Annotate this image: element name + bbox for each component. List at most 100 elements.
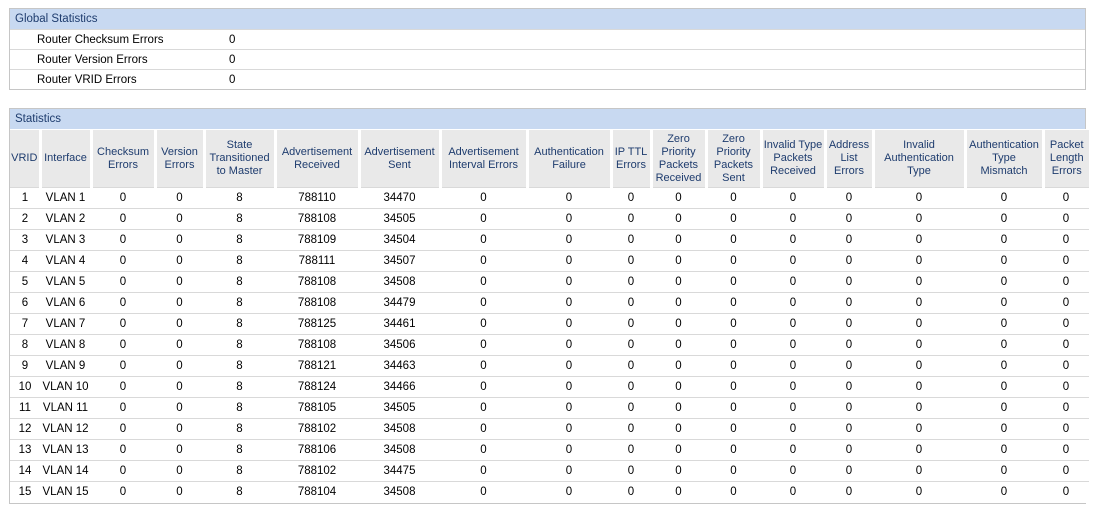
statistics-table: VRID Interface Checksum Errors Version Erro… — [10, 129, 1089, 503]
table-cell: 0 — [873, 250, 965, 272]
table-cell: 0 — [1043, 208, 1089, 230]
table-cell: VLAN 5 — [40, 271, 91, 293]
table-cell: 0 — [706, 187, 761, 209]
table-cell: 0 — [706, 418, 761, 440]
table-cell: 8 — [204, 418, 275, 440]
table-cell: 0 — [706, 229, 761, 251]
table-cell: 0 — [825, 271, 873, 293]
stats-col-header: Advertisement Received — [273, 129, 359, 188]
table-cell: 34505 — [359, 397, 440, 419]
table-row: 3 VLAN 3 0 0 8 788109 34504 0 0 0 0 0 0 0 0 0 0 — [10, 229, 1089, 251]
table-cell: 11 — [10, 397, 40, 419]
table-cell: 0 — [611, 481, 651, 503]
global-stat-label: Router Version Errors — [37, 53, 148, 66]
table-cell: 0 — [965, 292, 1043, 314]
stats-col-header: Interface — [38, 129, 91, 188]
table-cell: 0 — [527, 208, 611, 230]
table-cell: 0 — [440, 250, 527, 272]
global-stat-row: Router Checksum Errors 0 — [10, 29, 1085, 49]
stats-col-header: Advertisement Interval Errors — [438, 129, 527, 188]
table-cell: 0 — [91, 250, 155, 272]
table-cell: 788108 — [275, 208, 359, 230]
table-cell: 8 — [204, 271, 275, 293]
table-cell: 0 — [965, 229, 1043, 251]
table-cell: 8 — [204, 481, 275, 503]
table-cell: 13 — [10, 439, 40, 461]
table-cell: 0 — [965, 208, 1043, 230]
table-cell: 0 — [440, 397, 527, 419]
table-cell: 0 — [873, 334, 965, 356]
table-cell: 34461 — [359, 313, 440, 335]
table-cell: 788102 — [275, 418, 359, 440]
table-cell: 0 — [1043, 229, 1089, 251]
table-cell: 0 — [91, 229, 155, 251]
table-cell: 0 — [651, 208, 706, 230]
table-cell: 2 — [10, 208, 40, 230]
table-cell: 0 — [761, 208, 825, 230]
table-cell: 0 — [440, 376, 527, 398]
table-cell: 0 — [651, 334, 706, 356]
table-cell: 0 — [825, 355, 873, 377]
table-cell: 0 — [761, 271, 825, 293]
table-cell: 0 — [761, 355, 825, 377]
table-cell: 0 — [155, 292, 204, 314]
table-cell: 788104 — [275, 481, 359, 503]
table-cell: 0 — [761, 376, 825, 398]
table-cell: 8 — [204, 460, 275, 482]
table-cell: 0 — [527, 271, 611, 293]
table-cell: 34504 — [359, 229, 440, 251]
table-cell: 0 — [611, 439, 651, 461]
table-cell: 0 — [873, 271, 965, 293]
table-cell: 34463 — [359, 355, 440, 377]
table-cell: 34508 — [359, 439, 440, 461]
table-cell: 0 — [1043, 460, 1089, 482]
table-cell: VLAN 7 — [40, 313, 91, 335]
table-cell: VLAN 3 — [40, 229, 91, 251]
table-row: 12 VLAN 12 0 0 8 788102 34508 0 0 0 0 0 0 0 0 0 0 — [10, 418, 1089, 440]
table-cell: 0 — [965, 187, 1043, 209]
table-cell: 0 — [965, 334, 1043, 356]
table-cell: 0 — [611, 208, 651, 230]
stats-col-header: Invalid Type Packets Received — [759, 129, 825, 188]
table-cell: 34466 — [359, 376, 440, 398]
table-cell: 788111 — [275, 250, 359, 272]
table-cell: 0 — [706, 208, 761, 230]
table-cell: 0 — [91, 418, 155, 440]
table-cell: 0 — [706, 481, 761, 503]
table-cell: 0 — [611, 187, 651, 209]
table-cell: 1 — [10, 187, 40, 209]
statistics-section: Statistics VRID Interface Checksum Errors V… — [9, 108, 1089, 504]
table-cell: 788109 — [275, 229, 359, 251]
table-cell: 0 — [1043, 355, 1089, 377]
table-cell: 0 — [825, 481, 873, 503]
table-cell: 0 — [440, 292, 527, 314]
table-cell: 0 — [155, 376, 204, 398]
table-cell: 0 — [706, 292, 761, 314]
global-stat-label: Router Checksum Errors — [37, 33, 164, 46]
table-cell: 0 — [651, 271, 706, 293]
table-cell: 0 — [611, 418, 651, 440]
table-cell: 8 — [204, 439, 275, 461]
table-cell: 0 — [706, 355, 761, 377]
table-cell: 788124 — [275, 376, 359, 398]
table-cell: 10 — [10, 376, 40, 398]
table-cell: 0 — [761, 292, 825, 314]
table-cell: 0 — [1043, 334, 1089, 356]
table-cell: 0 — [651, 250, 706, 272]
table-cell: 0 — [761, 229, 825, 251]
table-cell: 12 — [10, 418, 40, 440]
table-row: 15 VLAN 15 0 0 8 788104 34508 0 0 0 0 0 0 0 0 0 0 — [10, 481, 1089, 503]
table-cell: 0 — [155, 355, 204, 377]
table-cell: 8 — [204, 397, 275, 419]
table-cell: 0 — [706, 397, 761, 419]
table-cell: 0 — [440, 271, 527, 293]
table-row: 8 VLAN 8 0 0 8 788108 34506 0 0 0 0 0 0 0 0 0 0 — [10, 334, 1089, 356]
table-cell: 0 — [155, 208, 204, 230]
table-row: 10 VLAN 10 0 0 8 788124 34466 0 0 0 0 0 0 0 0 0 0 — [10, 376, 1089, 398]
table-cell: VLAN 9 — [40, 355, 91, 377]
table-cell: 34479 — [359, 292, 440, 314]
table-cell: 0 — [651, 229, 706, 251]
table-cell: VLAN 6 — [40, 292, 91, 314]
table-row: 7 VLAN 7 0 0 8 788125 34461 0 0 0 0 0 0 0 0 0 0 — [10, 313, 1089, 335]
table-cell: 0 — [873, 187, 965, 209]
